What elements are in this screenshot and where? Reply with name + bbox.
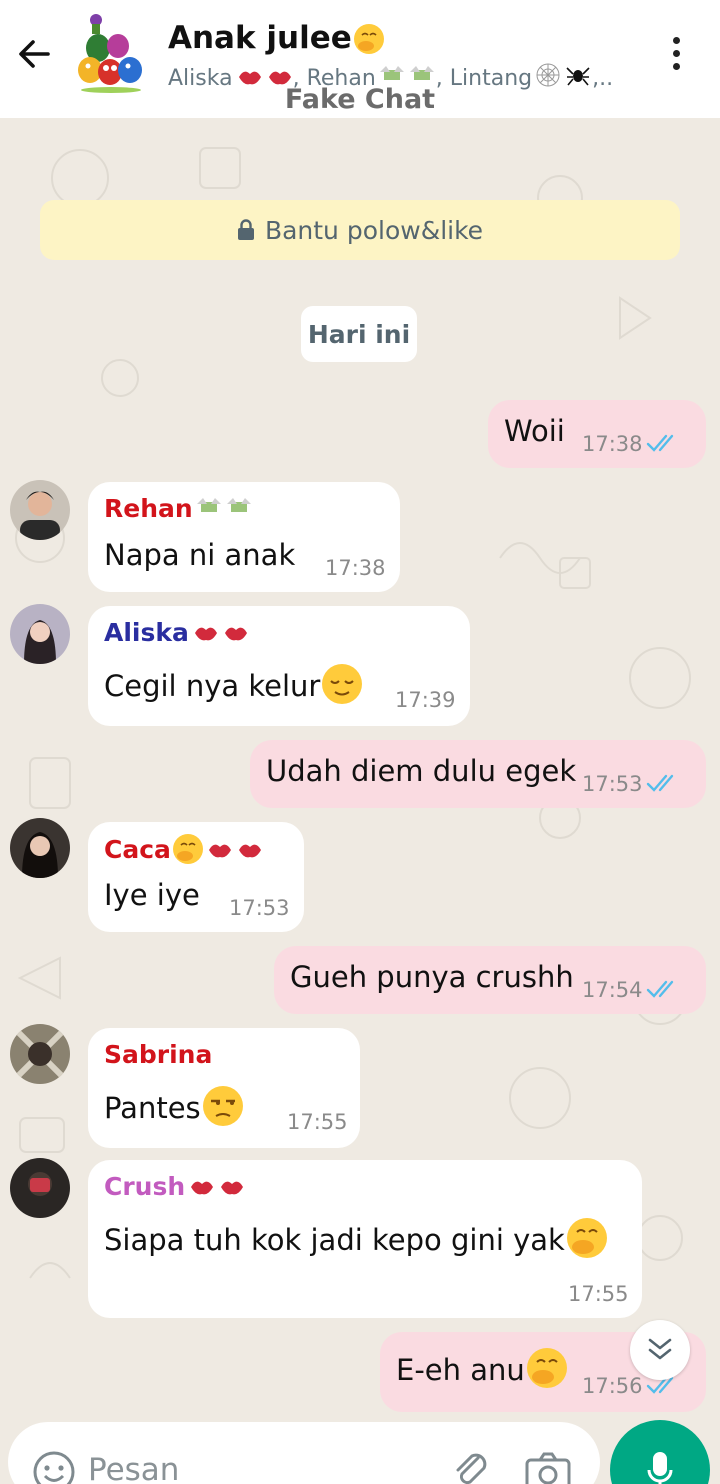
mic-icon [647,1452,673,1484]
message-time: 17:54 [582,978,643,1002]
message-text-content: Pantes [104,1091,201,1125]
kiss-mark-icon [224,627,247,641]
message-time: 17:38 [325,556,386,580]
hand-over-mouth-emoji-icon [526,1348,567,1388]
message-text: Napa ni anak [104,538,296,572]
fake-chat-watermark: Fake Chat [284,84,436,115]
message-sender: Aliska [104,618,249,647]
message-text: Iye iye [104,878,200,912]
message-time: 17:39 [395,688,456,712]
outgoing-message[interactable]: Udah diem dulu egek 17:53 [250,740,706,808]
camera-icon[interactable] [524,1450,572,1484]
kiss-mark-icon [221,1181,244,1195]
message-input[interactable]: Pesan [88,1452,179,1484]
outgoing-message[interactable]: Woii 17:38 [488,400,706,468]
sender-name: Caca [104,835,171,864]
avatar[interactable] [10,604,70,664]
sender-name: Rehan [104,494,193,523]
incoming-message[interactable]: Aliska Cegil nya kelur 17:39 [88,606,470,726]
message-sender: Crush [104,1172,245,1201]
system-notice[interactable]: Bantu polow&like [40,200,680,260]
kiss-mark-icon [191,1181,214,1195]
message-sender: Sabrina [104,1040,212,1069]
message-text: Siapa tuh kok jadi kepo gini yak [104,1218,607,1258]
incoming-message[interactable]: Crush Siapa tuh kok jadi kepo gini yak 1… [88,1160,642,1318]
message-time: 17:53 [229,896,290,920]
relieved-face-emoji-icon [322,664,363,704]
message-text: Gueh punya crushh [290,960,574,994]
avatar[interactable] [10,480,70,540]
incoming-message[interactable]: Sabrina Pantes 17:55 [88,1028,360,1148]
group-avatar[interactable] [76,12,146,94]
lock-icon [237,219,254,240]
message-text: Pantes [104,1086,243,1126]
scroll-to-bottom-button[interactable] [630,1320,690,1380]
unamused-face-emoji-icon [202,1086,243,1126]
kiss-mark-icon [194,627,217,641]
chevron-double-down-icon [648,1338,672,1360]
kiss-mark-icon [238,844,261,858]
sender-name: Aliska [104,618,189,647]
kiss-mark-icon [208,844,231,858]
message-text-content: E-eh anu [396,1353,525,1387]
double-check-icon [646,434,674,452]
message-text: Woii [504,414,565,448]
message-text: E-eh anu [396,1348,567,1388]
double-check-icon [646,774,674,792]
more-vert-icon[interactable] [664,34,688,78]
smiley-icon[interactable] [32,1450,76,1484]
message-time: 17:53 [582,772,643,796]
notice-text: Bantu polow&like [264,215,484,245]
incoming-message[interactable]: Caca Iye iye 17:53 [88,822,304,932]
message-time: 17:55 [287,1110,348,1134]
message-text: Cegil nya kelur [104,664,363,704]
attach-icon[interactable] [448,1448,494,1484]
message-sender: Rehan [104,494,253,523]
avatar[interactable] [10,818,70,878]
money-with-wings-icon [196,498,221,512]
outgoing-message[interactable]: Gueh punya crushh 17:54 [274,946,706,1014]
chat-title-text: Anak julee [168,20,352,56]
message-text: Udah diem dulu egek [266,754,577,788]
hand-over-mouth-emoji-icon [566,1218,607,1258]
back-arrow-icon[interactable] [14,34,54,74]
avatar[interactable] [10,1158,70,1218]
chat-area[interactable]: Bantu polow&like Hari ini Woii 17:38 Reh… [0,118,720,1484]
chat-title[interactable]: Anak julee [168,20,384,56]
date-separator: Hari ini [301,306,417,362]
incoming-message[interactable]: Rehan Napa ni anak 17:38 [88,482,400,592]
message-text-content: Siapa tuh kok jadi kepo gini yak [104,1223,565,1257]
message-composer[interactable]: Pesan [8,1422,600,1484]
money-with-wings-icon [226,498,251,512]
message-text-content: Cegil nya kelur [104,669,321,703]
message-time: 17:55 [568,1282,629,1306]
avatar[interactable] [10,1024,70,1084]
hand-over-mouth-emoji-icon [353,24,384,54]
app-header: Anak julee Aliska, Rehan, Lintang,.. Fak… [0,0,720,118]
sender-name: Sabrina [104,1040,213,1069]
sender-name: Crush [104,1172,186,1201]
message-sender: Caca [104,834,263,864]
hand-over-mouth-emoji-icon [172,834,203,864]
message-time: 17:38 [582,432,643,456]
double-check-icon [646,980,674,998]
